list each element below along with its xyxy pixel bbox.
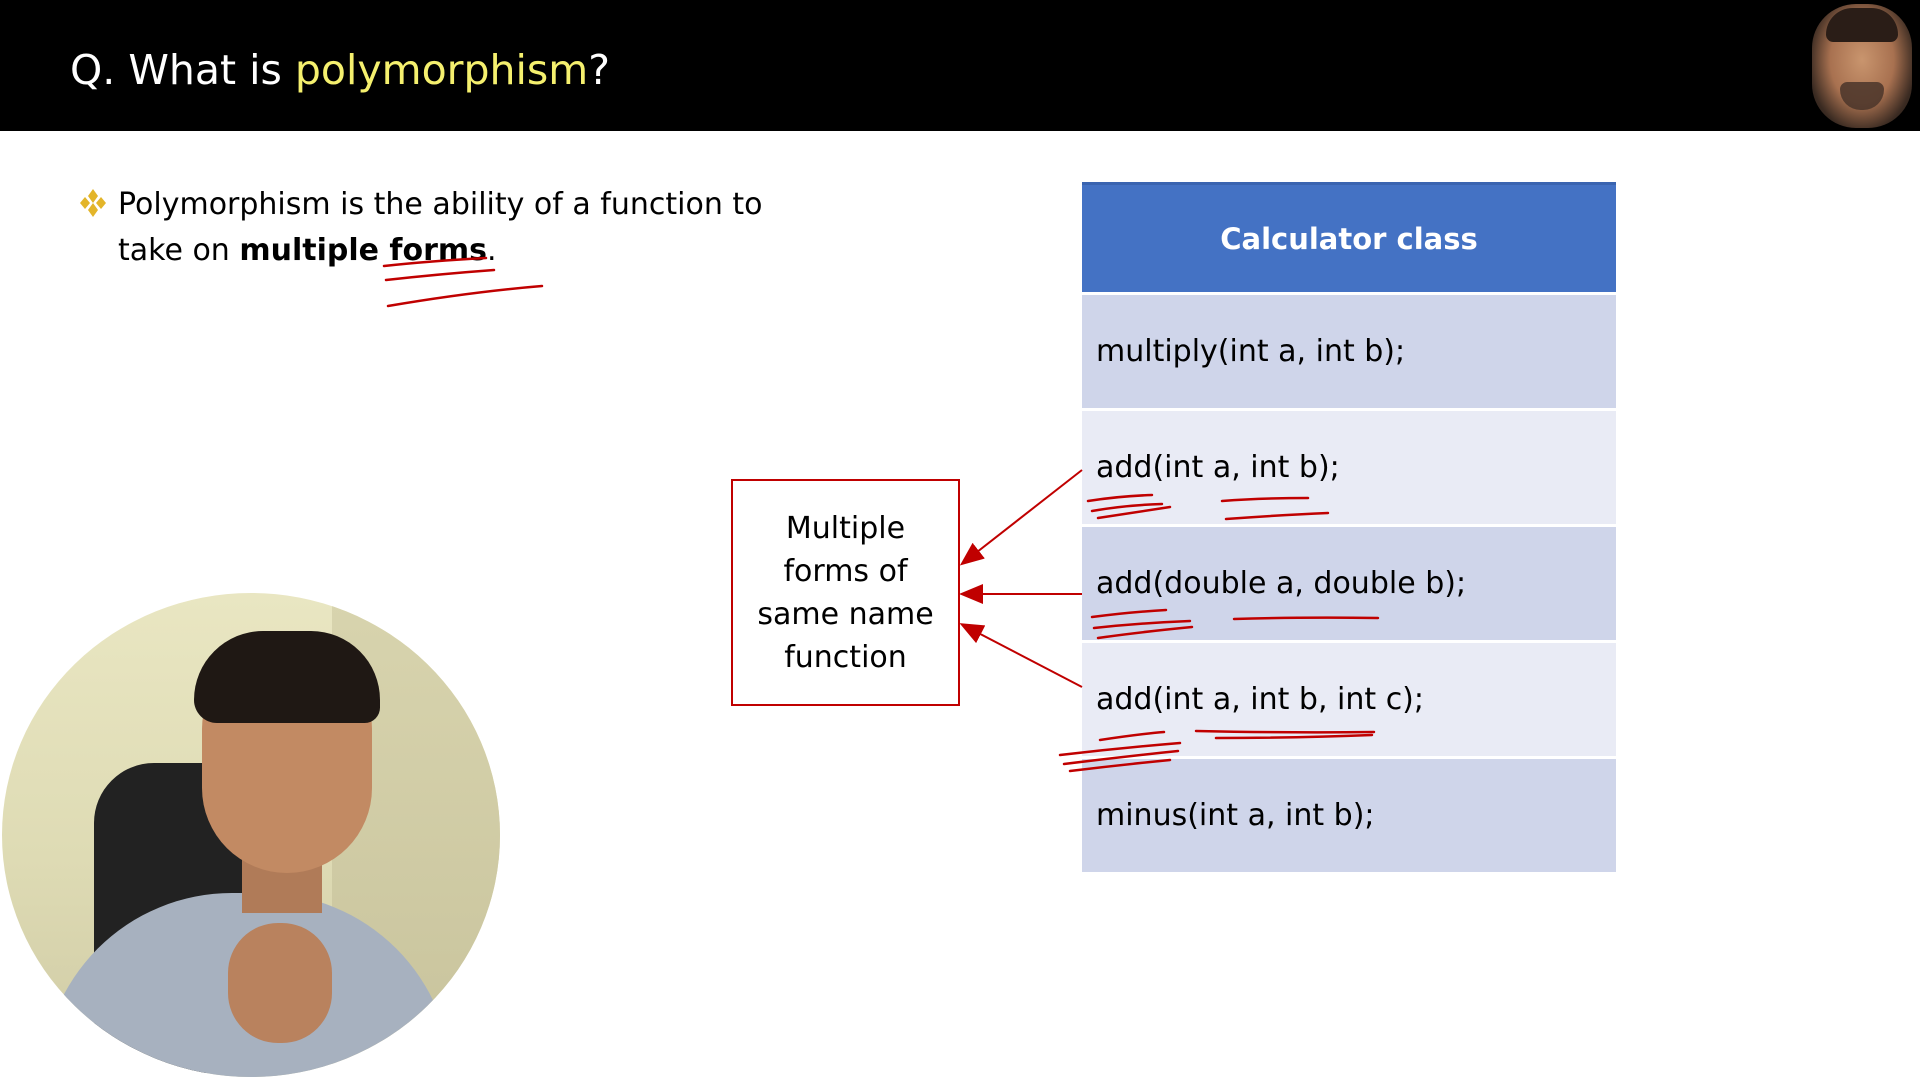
title-highlight: polymorphism xyxy=(294,46,589,94)
slide-header: Q. What is polymorphism? xyxy=(0,0,1920,131)
box-line: Multiple xyxy=(785,510,906,546)
arrow-from-add-three-int xyxy=(959,623,1083,688)
method-row-minus: minus(int a, int b); xyxy=(1082,759,1616,872)
box-line: function xyxy=(784,639,907,675)
presenter-avatar xyxy=(1812,4,1912,128)
four-diamond-bullet-icon xyxy=(80,189,106,217)
box-line: forms of xyxy=(783,553,908,589)
multiple-forms-label: Multiple forms of same name function xyxy=(746,507,946,679)
presenter-hand xyxy=(228,923,332,1043)
avatar-hair xyxy=(1826,8,1898,42)
box-line: same name xyxy=(757,596,934,632)
table-header: Calculator class xyxy=(1082,182,1616,292)
title-suffix: ? xyxy=(588,46,611,94)
multiple-forms-box: Multiple forms of same name function xyxy=(731,479,960,706)
method-row-add-double: add(double a, double b); xyxy=(1082,527,1616,640)
calculator-class-table: Calculator class multiply(int a, int b);… xyxy=(1082,182,1616,872)
method-row-add-three-int: add(int a, int b, int c); xyxy=(1082,643,1616,756)
arrow-from-add-int xyxy=(959,469,1083,566)
bullet-text-bold: multiple forms xyxy=(239,233,488,268)
title-prefix: Q. What is xyxy=(70,46,295,94)
slide-title: Q. What is polymorphism? xyxy=(70,46,610,94)
method-row-multiply: multiply(int a, int b); xyxy=(1082,295,1616,408)
presenter-hair xyxy=(194,631,380,723)
presenter-video xyxy=(2,593,500,1077)
bullet-text-after: . xyxy=(487,233,497,268)
bullet-text: Polymorphism is the ability of a functio… xyxy=(118,182,798,274)
method-row-add-int: add(int a, int b); xyxy=(1082,411,1616,524)
avatar-beard xyxy=(1840,82,1884,110)
